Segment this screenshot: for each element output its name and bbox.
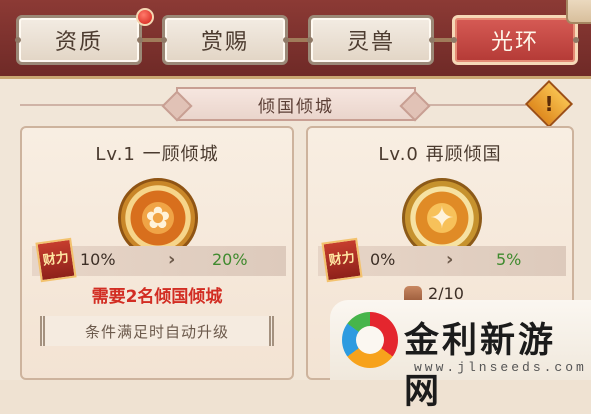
divider (422, 104, 526, 106)
card-title: Lv.1 一顾倾城 (95, 144, 219, 165)
tab-label: 资质 (54, 30, 103, 55)
tab-aura[interactable]: 光环 (451, 15, 579, 65)
card-title: Lv.0 再顾倾国 (378, 144, 502, 165)
tab-qualification[interactable]: 资质 (15, 15, 143, 65)
tab-bar: 资质 赏赐 灵兽 光环 (0, 0, 591, 79)
tab-label: 灵兽 (346, 30, 395, 55)
tab-rivet (15, 37, 21, 43)
close-button[interactable] (566, 0, 591, 24)
section-title-text: 倾国倾城 (258, 96, 334, 117)
requirement-text: 需要2名倾国倾城 (91, 287, 223, 307)
auto-upgrade-label: 条件满足时自动升级 (40, 316, 274, 346)
aura-card-level-1: Lv.1 一顾倾城 ✿ 财力 10% › 20% 需要2名倾国倾城 条件满足时自… (20, 126, 294, 380)
chevron-right-icon: › (446, 249, 454, 270)
stat-current: 0% (370, 250, 396, 269)
tab-rivet (573, 37, 579, 43)
watermark-url: www.jlnseeds.com (414, 360, 587, 375)
tab-rivet (451, 37, 457, 43)
tab-label: 赏赐 (200, 30, 249, 55)
stat-row: 财力 0% › 5% (318, 237, 566, 283)
chevron-right-icon: › (168, 249, 176, 270)
tab-reward[interactable]: 赏赐 (161, 15, 289, 65)
stat-row: 财力 10% › 20% (32, 237, 286, 283)
section-title: 倾国倾城 (176, 87, 416, 121)
stat-next: 5% (496, 250, 522, 269)
tab-label: 光环 (490, 30, 539, 55)
notification-dot-icon (136, 8, 154, 26)
divider (20, 104, 170, 106)
stat-current: 10% (80, 250, 116, 269)
exclamation-icon: ! (544, 92, 554, 116)
tab-rivet (161, 37, 167, 43)
tab-rivet (307, 37, 313, 43)
tab-rivet (429, 37, 435, 43)
wealth-badge-icon: 财力 (321, 237, 363, 283)
site-logo-icon-center (356, 326, 384, 354)
stat-next: 20% (212, 250, 248, 269)
tab-rivet (137, 37, 143, 43)
wealth-badge-icon: 财力 (35, 237, 77, 283)
tab-rivet (283, 37, 289, 43)
tab-spirit-beast[interactable]: 灵兽 (307, 15, 435, 65)
